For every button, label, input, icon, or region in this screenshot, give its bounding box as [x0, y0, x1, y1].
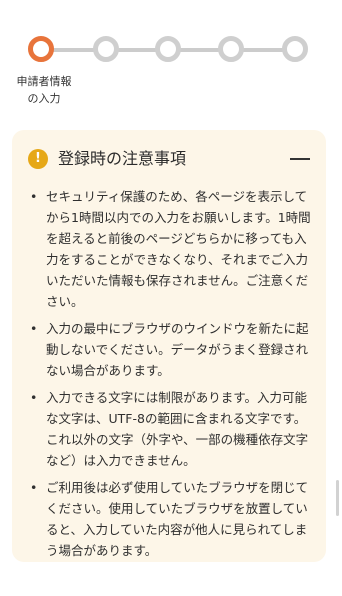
- notice-header[interactable]: ! 登録時の注意事項: [28, 148, 312, 172]
- notice-list: • セキュリティ保護のため、各ページを表示してから1時間以内での入力をお願いしま…: [26, 186, 316, 567]
- notice-item-text: 入力の最中にブラウザのウインドウを新たに起動しないでください。データがうまく登録…: [46, 321, 309, 378]
- notice-item-text: セキュリティ保護のため、各ページを表示してから1時間以内での入力をお願いします。…: [46, 189, 311, 309]
- step-5: [282, 36, 308, 62]
- progress-stepper: [28, 36, 316, 66]
- current-step-label-line1: 申請者情報: [16, 75, 72, 88]
- notice-title: 登録時の注意事項: [58, 149, 187, 168]
- notice-item: • 入力できる文字には制限があります。入力可能な文字は、UTF-8の範囲に含まれ…: [30, 390, 309, 468]
- step-2: [93, 36, 119, 62]
- collapse-button[interactable]: [288, 148, 312, 170]
- scrollbar-thumb[interactable]: [336, 480, 339, 516]
- notice-item: • ご利用後は必ず使用していたブラウザを閉じてください。使用していたブラウザを放…: [30, 480, 309, 558]
- notice-item: • セキュリティ保護のため、各ページを表示してから1時間以内での入力をお願いしま…: [30, 189, 311, 309]
- notice-item: • 入力の最中にブラウザのウインドウを新たに起動しないでください。データがうまく…: [30, 321, 309, 378]
- notice-item-text: 入力できる文字には制限があります。入力可能な文字は、UTF-8の範囲に含まれる文…: [46, 390, 309, 468]
- exclamation-icon: !: [28, 149, 48, 169]
- current-step-label-line2: の入力: [27, 92, 61, 105]
- step-3: [155, 36, 181, 62]
- minus-icon: [290, 158, 310, 160]
- registration-page: 申請者情報 の入力 ! 登録時の注意事項 • セキュリティ保護のため、各ページを…: [0, 0, 342, 596]
- current-step-label: 申請者情報 の入力: [12, 73, 76, 107]
- registration-notice-panel: ! 登録時の注意事項 • セキュリティ保護のため、各ページを表示してから1時間以…: [12, 130, 326, 562]
- step-4: [218, 36, 244, 62]
- notice-item-text: ご利用後は必ず使用していたブラウザを閉じてください。使用していたブラウザを放置し…: [46, 480, 309, 558]
- step-1-current: [28, 36, 54, 62]
